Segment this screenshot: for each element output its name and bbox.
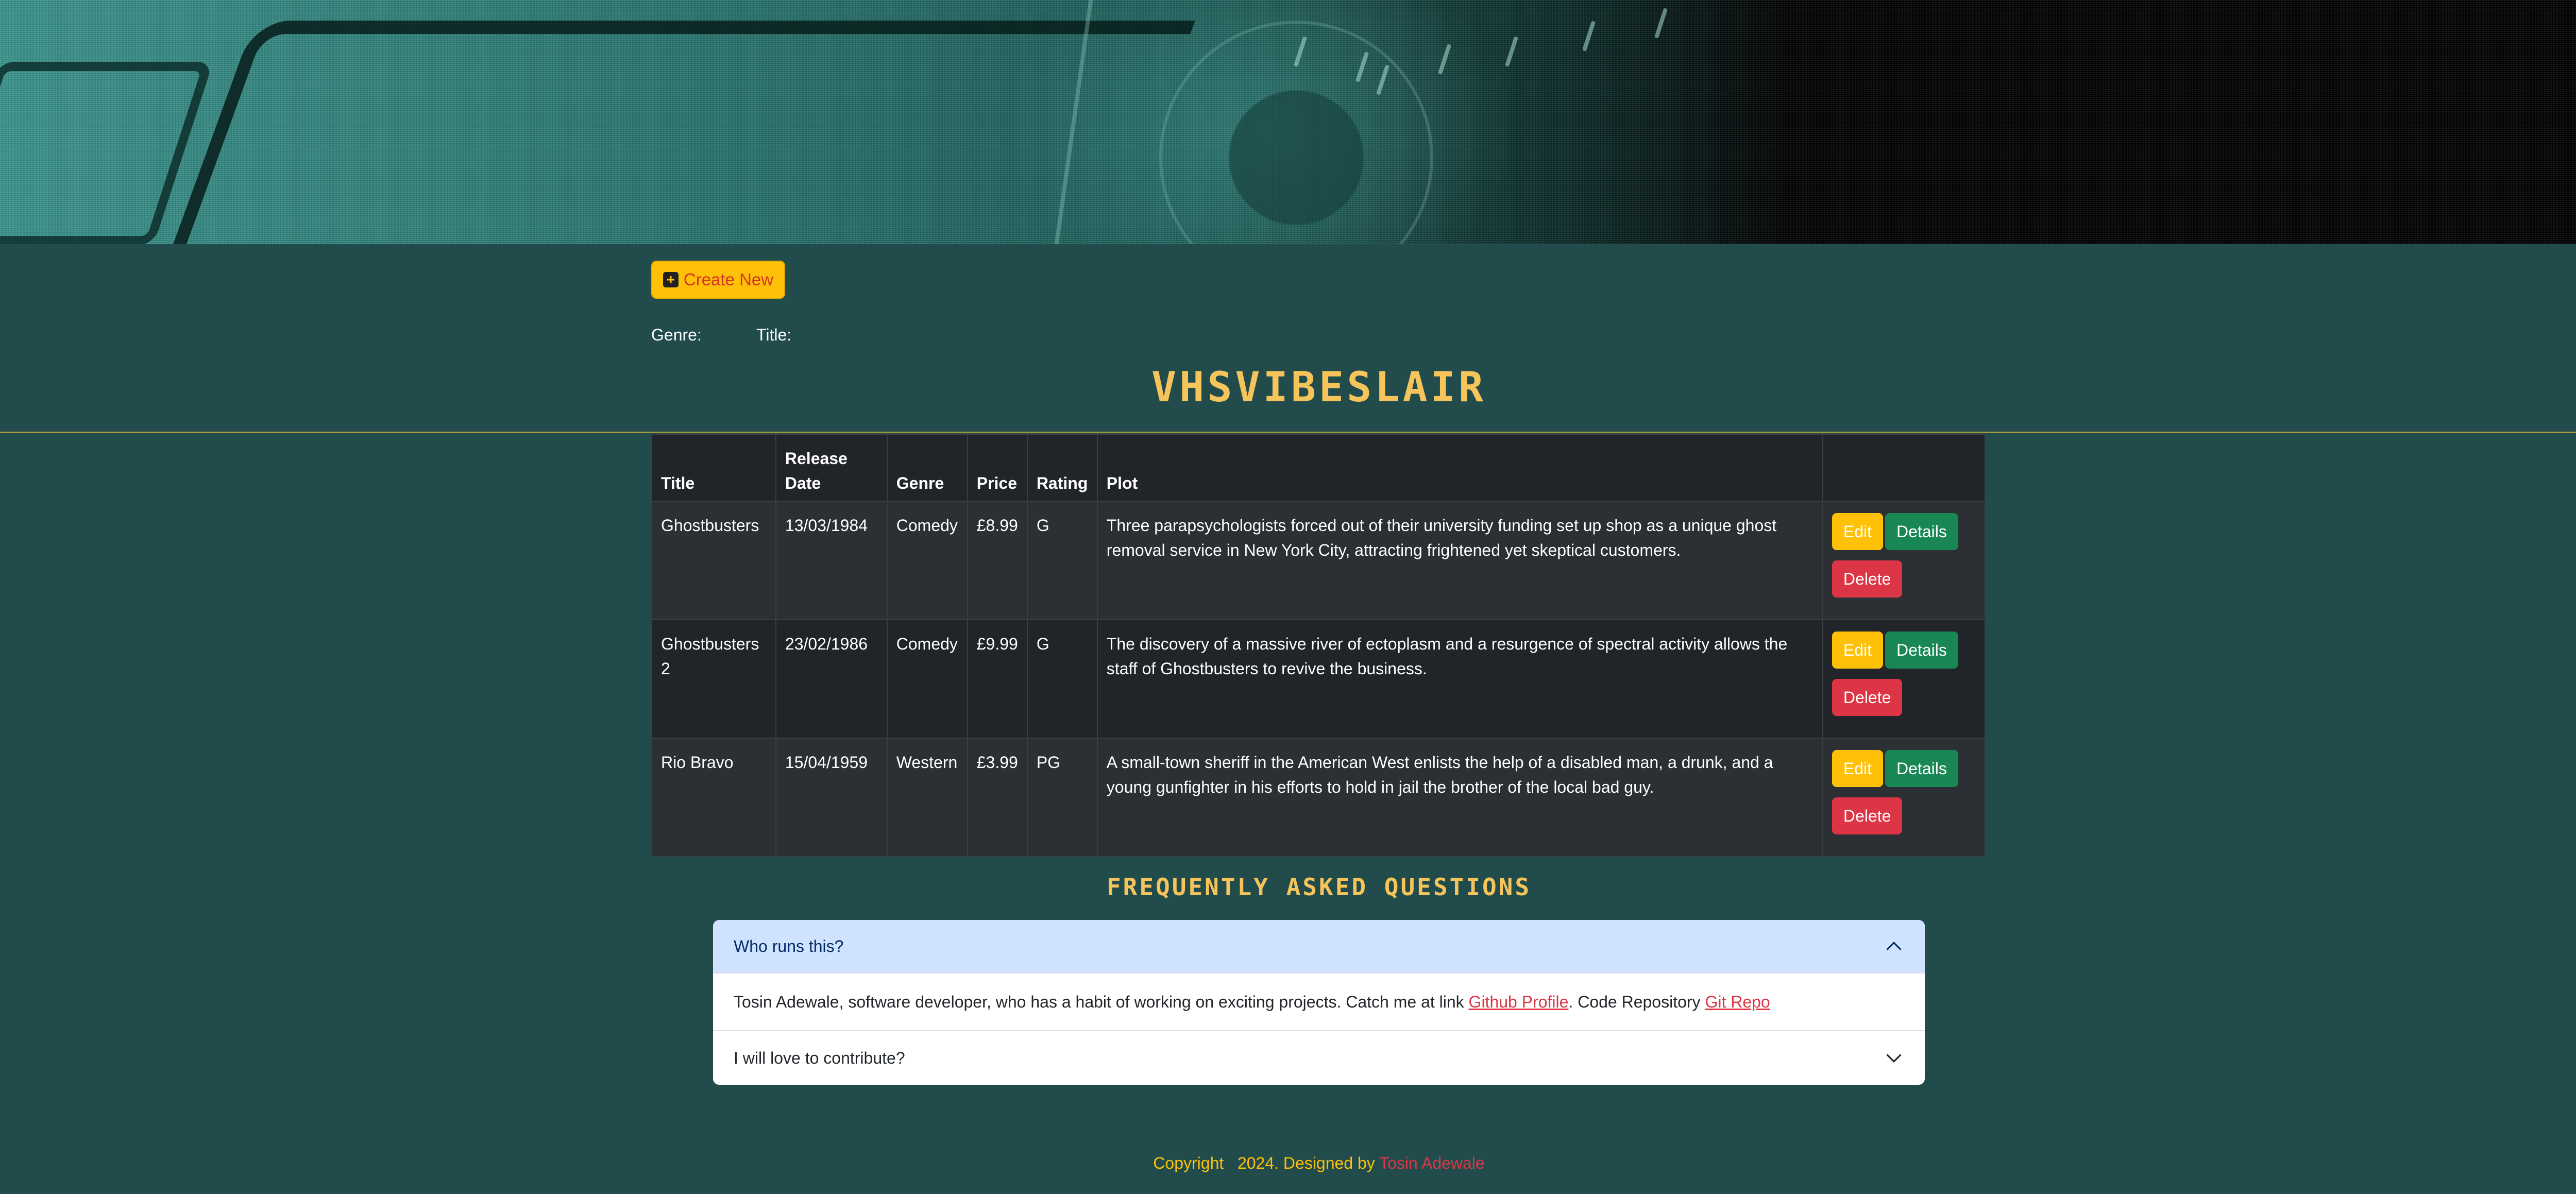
column-header-release-date-label: Release Date [785, 449, 848, 492]
table-row: Ghostbusters 13/03/1984 Comedy £8.99 G T… [651, 501, 1986, 620]
site-title: VHSVIBESLAIR [1151, 363, 1486, 411]
column-header-rating[interactable]: Rating [1026, 434, 1098, 502]
cell-release-date: 23/02/1986 [775, 619, 888, 739]
git-repo-link[interactable]: Git Repo [1705, 993, 1770, 1011]
vhs-tape-edge-graphic [137, 21, 1195, 244]
cell-rating: PG [1026, 738, 1098, 857]
footer: Copyright 2024. Designed by Tosin Adewal… [0, 1154, 2576, 1173]
cell-price: £9.99 [967, 619, 1028, 739]
table-header-row: Title Release Date Genre Price Rating Pl… [651, 434, 1986, 502]
column-header-title[interactable]: Title [651, 434, 776, 502]
cell-actions: Edit Details Delete [1822, 738, 1986, 857]
details-button[interactable]: Details [1885, 632, 1958, 669]
faq-heading: FREQUENTLY ASKED QUESTIONS [1106, 873, 1532, 901]
edit-button[interactable]: Edit [1832, 632, 1884, 669]
cell-genre: Comedy [886, 501, 968, 620]
delete-button[interactable]: Delete [1832, 679, 1903, 716]
column-header-price[interactable]: Price [967, 434, 1028, 502]
table-row: Rio Bravo 15/04/1959 Western £3.99 PG A … [651, 738, 1986, 857]
cell-title: Ghostbusters [651, 501, 776, 620]
faq-answer-text: Tosin Adewale, software developer, who h… [734, 992, 1469, 1011]
cell-rating: G [1026, 501, 1098, 620]
details-button[interactable]: Details [1885, 513, 1958, 550]
cell-title: Ghostbusters 2 [651, 619, 776, 739]
faq-item-contribute[interactable]: I will love to contribute? [713, 1031, 1925, 1085]
faq-item-who-runs-this[interactable]: Who runs this? [713, 920, 1925, 974]
divider [0, 432, 2576, 433]
cell-actions: Edit Details Delete [1822, 501, 1986, 620]
column-header-release-date[interactable]: Release Date [775, 434, 888, 502]
cell-genre: Comedy [886, 619, 968, 739]
cell-price: £8.99 [967, 501, 1028, 620]
cell-actions: Edit Details Delete [1822, 619, 1986, 739]
faq-accordion: Who runs this? Tosin Adewale, software d… [713, 920, 1925, 1085]
chevron-down-icon [1884, 1048, 1904, 1068]
chevron-up-icon [1884, 936, 1904, 957]
cell-title: Rio Bravo [651, 738, 776, 857]
plus-square-icon: + [663, 272, 679, 287]
column-header-actions [1822, 434, 1986, 502]
cell-release-date: 15/04/1959 [775, 738, 888, 857]
footer-copyright: Copyright 2024. Designed by [1153, 1154, 1380, 1172]
cell-plot: Three parapsychologists forced out of th… [1096, 501, 1823, 620]
cell-price: £3.99 [967, 738, 1028, 857]
header-banner-image [0, 0, 2576, 244]
faq-answer: Tosin Adewale, software developer, who h… [713, 974, 1925, 1031]
title-filter-label: Title: [756, 326, 792, 344]
footer-author-link[interactable]: Tosin Adewale [1379, 1154, 1485, 1172]
edit-button[interactable]: Edit [1832, 750, 1884, 787]
cell-plot: The discovery of a massive river of ecto… [1096, 619, 1823, 739]
edit-button[interactable]: Edit [1832, 513, 1884, 550]
faq-question: I will love to contribute? [734, 1048, 905, 1067]
table-row: Ghostbusters 2 23/02/1986 Comedy £9.99 G… [651, 619, 1986, 739]
delete-button[interactable]: Delete [1832, 560, 1903, 598]
cell-genre: Western [886, 738, 968, 857]
faq-question: Who runs this? [734, 936, 844, 956]
cell-plot: A small-town sheriff in the American Wes… [1096, 738, 1823, 857]
github-profile-link[interactable]: Github Profile [1469, 993, 1569, 1011]
movies-table: Title Release Date Genre Price Rating Pl… [651, 434, 1986, 857]
cell-rating: G [1026, 619, 1098, 739]
faq-answer-text-middle: . Code Repository [1568, 992, 1705, 1011]
create-new-button[interactable]: + Create New [651, 261, 785, 299]
cell-release-date: 13/03/1984 [775, 501, 888, 620]
details-button[interactable]: Details [1885, 750, 1958, 787]
create-new-label: Create New [683, 270, 774, 289]
delete-button[interactable]: Delete [1832, 797, 1903, 834]
column-header-plot[interactable]: Plot [1096, 434, 1823, 502]
column-header-genre[interactable]: Genre [886, 434, 968, 502]
genre-filter-label: Genre: [651, 326, 702, 344]
